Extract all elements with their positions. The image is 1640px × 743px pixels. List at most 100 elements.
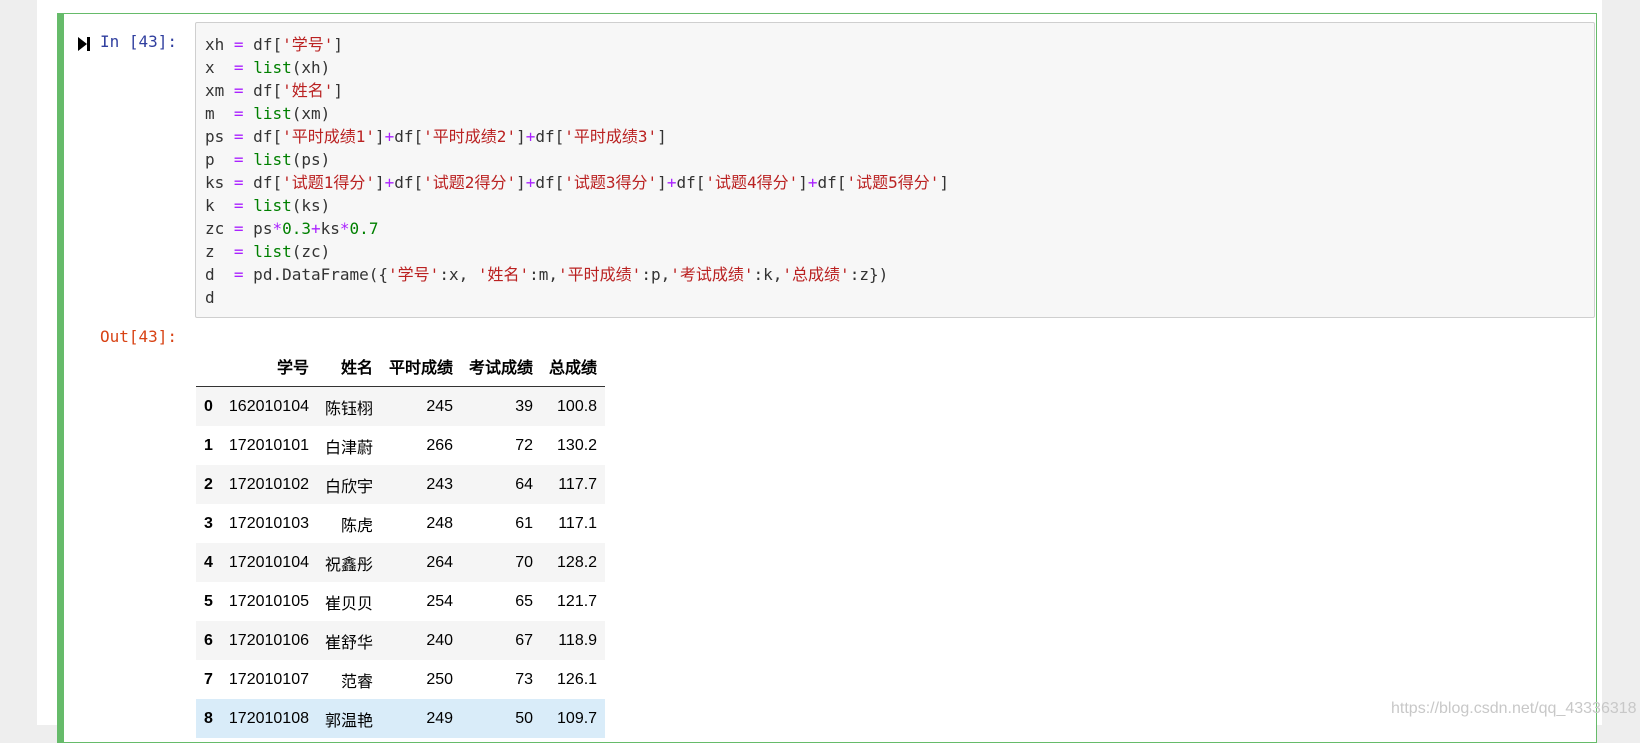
row-index: 3 [204, 514, 213, 532]
code-token: list [253, 242, 292, 261]
row-index: 1 [204, 436, 213, 454]
code-token: df[ [243, 81, 283, 100]
code-line: d = pd.DataFrame({'学号':x, '姓名':m,'平时成绩':… [205, 263, 1594, 286]
code-line: x = list(xh) [205, 56, 1594, 79]
code-token: + [807, 173, 818, 192]
table-cell: 39 [515, 397, 534, 415]
code-token: '平时成绩' [558, 265, 642, 284]
table-cell: 117.7 [558, 475, 598, 493]
table-header-row: 学号 姓名 平时成绩 考试成绩 总成绩 [196, 346, 606, 387]
code-token: '试题5得分' [846, 173, 940, 192]
table-cell: 67 [515, 631, 534, 649]
code-line: xm = df['姓名'] [205, 79, 1594, 102]
table-cell: 白津蔚 [325, 439, 374, 457]
code-token: ] [516, 127, 526, 146]
row-index: 8 [204, 709, 213, 727]
code-token: = [233, 196, 244, 215]
code-token: d [205, 265, 234, 284]
table-cell: 郭温艳 [325, 712, 374, 730]
run-cell-icon[interactable] [77, 36, 91, 52]
table-cell: 100.8 [557, 397, 598, 415]
table-row: 1 172010101 白津蔚 266 72 130.2 [196, 426, 606, 465]
code-token: ] [333, 81, 343, 100]
code-token: '试题1得分' [282, 173, 375, 192]
code-editor[interactable]: xh = df['学号'] x = list(xh) xm = df['姓名'] m … [195, 22, 1595, 318]
code-token: df[ [243, 173, 283, 192]
code-line: d [205, 286, 1594, 309]
code-token: ps [205, 127, 234, 146]
code-token: 0.7 [349, 219, 379, 238]
table-row: 8 172010108 郭温艳 249 50 109.7 [196, 699, 606, 738]
code-text[interactable]: xh = df['学号'] x = list(xh) xm = df['姓名'] m … [196, 23, 1594, 309]
code-line: p = list(ps) [205, 148, 1594, 171]
code-token: (zc) [291, 242, 331, 261]
table-cell: 70 [515, 553, 534, 571]
code-token: = [233, 81, 244, 100]
code-token: + [525, 127, 536, 146]
code-token: p [205, 150, 234, 169]
table-cell: 254 [426, 592, 454, 610]
output-area: 学号 姓名 平时成绩 考试成绩 总成绩 0 162010104 陈钰栩 245 39 100.8 1… [196, 346, 606, 738]
table-row: 3 172010103 陈虎 248 61 117.1 [196, 504, 606, 543]
column-header: 平时成绩 [381, 346, 462, 387]
table-cell: 245 [426, 397, 454, 415]
table-cell: 172010106 [228, 631, 309, 649]
table-cell: 172010107 [228, 670, 309, 688]
code-token: ] [798, 173, 808, 192]
table-cell: 121.7 [557, 592, 598, 610]
code-token: = [233, 219, 244, 238]
code-cell[interactable]: In [43]: xh = df['学号'] x = list(xh) xm = d… [57, 13, 1597, 743]
code-line: m = list(xm) [205, 102, 1594, 125]
code-line: zc = ps*0.3+ks*0.7 [205, 217, 1594, 240]
table-cell: 248 [426, 514, 454, 532]
code-token: ] [657, 127, 667, 146]
code-token: '学号' [388, 265, 440, 284]
code-line: ks = df['试题1得分']+df['试题2得分']+df['试题3得分']… [205, 171, 1594, 194]
table-cell: 172010103 [228, 514, 309, 532]
code-token: + [384, 173, 395, 192]
table-cell: 162010104 [228, 397, 309, 415]
table-cell: 范睿 [341, 673, 374, 691]
code-token: :x, [439, 265, 478, 284]
code-token: df[ [394, 173, 424, 192]
table-cell: 祝鑫彤 [325, 556, 374, 574]
row-index: 0 [204, 397, 213, 415]
table-cell: 264 [426, 553, 454, 571]
table-cell: 50 [515, 709, 534, 727]
code-token: x [205, 58, 234, 77]
code-token: df[ [676, 173, 706, 192]
code-token: df[ [535, 173, 565, 192]
code-token: d [205, 288, 215, 307]
input-prompt: In [43]: [100, 32, 178, 51]
table-row: 0 162010104 陈钰栩 245 39 100.8 [196, 386, 606, 426]
code-token: = [233, 242, 244, 261]
row-index: 4 [204, 553, 213, 571]
code-token: xm [205, 81, 234, 100]
table-cell: 172010105 [228, 592, 309, 610]
output-prompt: Out[43]: [100, 327, 178, 346]
row-index: 6 [204, 631, 213, 649]
code-token: list [253, 58, 292, 77]
code-token: xh [205, 35, 234, 54]
table-cell: 65 [515, 592, 534, 610]
table-cell: 117.1 [558, 514, 598, 532]
code-token: list [253, 196, 292, 215]
column-header: 考试成绩 [461, 346, 542, 387]
code-token: m [205, 104, 234, 123]
code-token: ] [657, 173, 667, 192]
table-row: 6 172010106 崔舒华 240 67 118.9 [196, 621, 606, 660]
code-line: xh = df['学号'] [205, 33, 1594, 56]
code-token: df[ [243, 35, 283, 54]
code-token: ] [374, 173, 385, 192]
code-token: '平时成绩1' [282, 127, 375, 146]
code-token: :z}) [849, 265, 889, 284]
code-token: df[ [243, 127, 283, 146]
table-cell: 130.2 [557, 436, 598, 454]
code-token: = [233, 150, 244, 169]
code-token: ps [243, 219, 273, 238]
table-cell: 崔贝贝 [325, 595, 374, 613]
row-index: 7 [204, 670, 213, 688]
